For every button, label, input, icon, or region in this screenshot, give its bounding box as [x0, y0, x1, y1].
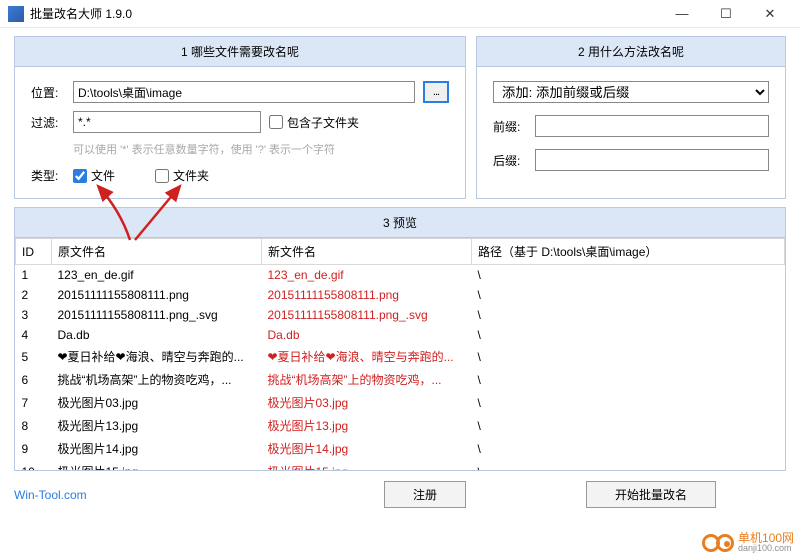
watermark: 单机100网 danji100.com	[702, 532, 794, 553]
table-row[interactable]: 7极光图片03.jpg极光图片03.jpg\	[16, 391, 785, 414]
preview-panel-title: 3 预览	[15, 208, 785, 238]
table-row[interactable]: 220151111155808111.png20151111155808111.…	[16, 285, 785, 305]
minimize-button[interactable]: —	[660, 0, 704, 28]
preview-table: ID 原文件名 新文件名 路径（基于 D:\tools\桌面\image） 11…	[15, 238, 785, 470]
titlebar: 批量改名大师 1.9.0 — ☐ ✕	[0, 0, 800, 28]
type-label: 类型:	[31, 167, 65, 184]
location-label: 位置:	[31, 84, 65, 101]
register-button[interactable]: 注册	[384, 481, 466, 508]
source-panel: 1 哪些文件需要改名呢 位置: ... 过滤: 包含子文件夹 可以使用 '*' …	[14, 36, 466, 199]
prefix-label: 前缀:	[493, 118, 527, 135]
website-link[interactable]: Win-Tool.com	[14, 488, 87, 502]
footer: Win-Tool.com 注册 开始批量改名	[0, 475, 800, 514]
table-row[interactable]: 320151111155808111.png_.svg2015111115580…	[16, 305, 785, 325]
close-button[interactable]: ✕	[748, 0, 792, 28]
suffix-label: 后缀:	[493, 152, 527, 169]
maximize-button[interactable]: ☐	[704, 0, 748, 28]
table-row[interactable]: 6挑战“机场高架”上的物资吃鸡，...挑战“机场高架”上的物资吃鸡，...\	[16, 368, 785, 391]
app-icon	[8, 6, 24, 22]
filter-hint: 可以使用 '*' 表示任意数量字符，使用 '?' 表示一个字符	[73, 141, 449, 157]
type-folder-checkbox[interactable]: 文件夹	[155, 167, 209, 184]
watermark-url: danji100.com	[738, 544, 794, 553]
type-folder-label: 文件夹	[173, 167, 209, 184]
include-sub-checkbox[interactable]: 包含子文件夹	[269, 114, 359, 131]
preview-panel: 3 预览 ID 原文件名 新文件名 路径（基于 D:\tools\桌面\imag…	[14, 207, 786, 471]
col-path[interactable]: 路径（基于 D:\tools\桌面\image）	[472, 239, 785, 265]
include-sub-label: 包含子文件夹	[287, 114, 359, 131]
table-row[interactable]: 8极光图片13.jpg极光图片13.jpg\	[16, 414, 785, 437]
table-row[interactable]: 4Da.dbDa.db\	[16, 325, 785, 345]
method-panel: 2 用什么方法改名呢 添加: 添加前缀或后缀 前缀: 后缀:	[476, 36, 786, 199]
location-input[interactable]	[73, 81, 415, 103]
table-row[interactable]: 10极光图片15.jpg极光图片15.jpg\	[16, 460, 785, 470]
source-panel-title: 1 哪些文件需要改名呢	[15, 37, 465, 67]
col-old[interactable]: 原文件名	[52, 239, 262, 265]
table-row[interactable]: 5❤夏日补给❤海浪、晴空与奔跑的...❤夏日补给❤海浪、晴空与奔跑的...\	[16, 345, 785, 368]
col-id[interactable]: ID	[16, 239, 52, 265]
filter-input[interactable]	[73, 111, 261, 133]
type-file-label: 文件	[91, 167, 115, 184]
prefix-input[interactable]	[535, 115, 769, 137]
type-file-checkbox[interactable]: 文件	[73, 167, 115, 184]
filter-label: 过滤:	[31, 114, 65, 131]
window-title: 批量改名大师 1.9.0	[30, 5, 660, 22]
preview-table-wrap[interactable]: ID 原文件名 新文件名 路径（基于 D:\tools\桌面\image） 11…	[15, 238, 785, 470]
col-new[interactable]: 新文件名	[262, 239, 472, 265]
browse-button[interactable]: ...	[423, 81, 449, 103]
mode-select[interactable]: 添加: 添加前缀或后缀	[493, 81, 769, 103]
start-button[interactable]: 开始批量改名	[586, 481, 716, 508]
suffix-input[interactable]	[535, 149, 769, 171]
method-panel-title: 2 用什么方法改名呢	[477, 37, 785, 67]
table-row[interactable]: 1123_en_de.gif123_en_de.gif\	[16, 265, 785, 286]
table-row[interactable]: 9极光图片14.jpg极光图片14.jpg\	[16, 437, 785, 460]
